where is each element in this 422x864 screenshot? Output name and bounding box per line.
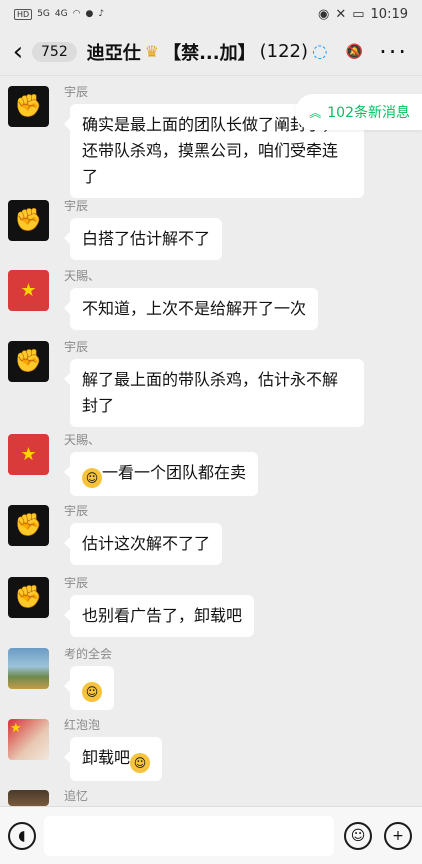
back-icon[interactable]: ‹ — [8, 39, 28, 65]
message-bubble[interactable]: ☺ 一看一个团队都在卖 — [63, 452, 259, 496]
star-icon: ★ — [20, 444, 37, 465]
message-bubble[interactable]: 卸载吧 ☺ — [63, 737, 163, 781]
avatar[interactable]: ★ — [8, 719, 49, 760]
sender-name: 宇辰 — [64, 199, 89, 213]
emoji-picker-icon[interactable]: ☺ — [344, 821, 372, 850]
voice-input-icon[interactable]: ◖ — [8, 821, 36, 850]
star-icon: ★ — [20, 280, 37, 301]
avatar[interactable] — [8, 790, 49, 806]
wifi-icon: ◠ — [72, 9, 81, 19]
double-chevron-up-icon: ︽ — [309, 105, 322, 120]
fist-icon: ✊ — [14, 349, 43, 374]
sender-name: 红泡泡 — [64, 718, 101, 732]
unread-count-badge[interactable]: 752 — [32, 41, 77, 62]
message-bubble[interactable]: 估计这次解不了了 — [63, 523, 223, 565]
signal-4g-icon: 4G — [54, 9, 68, 19]
sender-name: 天賜、 — [64, 269, 101, 283]
message-bubble[interactable]: ☺ — [64, 666, 114, 710]
avatar[interactable]: ★ — [8, 270, 49, 311]
mute-icon: ✕ — [335, 6, 347, 22]
chat-title-name: 迪亞仕 — [86, 42, 141, 64]
bell-muted-icon: 🔕 — [345, 43, 364, 60]
chat-title[interactable]: 迪亞仕 ♛ 【禁...加】 (122) — [87, 39, 308, 65]
chat-header: ‹ 752 迪亞仕 ♛ 【禁...加】 (122) ◌ 🔕 ··· — [0, 28, 422, 76]
message-bubble[interactable]: 解了最上面的带队杀鸡，估计永不解封了 — [64, 359, 364, 427]
group-chat-icon[interactable]: ◌ — [312, 41, 328, 62]
sender-name: 宇辰 — [64, 85, 89, 99]
crown-icon: ♛ — [144, 42, 160, 61]
avatar[interactable]: ★ — [8, 434, 49, 475]
laughing-emoji-icon: ☺ — [130, 753, 151, 773]
avatar[interactable]: ✊ — [8, 341, 49, 382]
more-options-icon[interactable]: ··· — [379, 38, 408, 66]
message-bubble[interactable]: 不知道，上次不是给解开了一次 — [63, 288, 319, 330]
laughing-emoji-icon: ☺ — [82, 682, 102, 702]
message-bubble[interactable]: 也别看广告了，卸载吧 — [63, 595, 255, 637]
chat-title-suffix: 【禁...加】 — [163, 42, 256, 64]
avatar[interactable] — [8, 648, 49, 689]
avatar[interactable]: ✊ — [8, 577, 49, 618]
sender-name: 追忆 — [64, 789, 89, 803]
member-count: (122) — [259, 41, 308, 62]
clock: 10:19 — [370, 6, 408, 22]
sender-name: 天賜、 — [64, 433, 101, 447]
new-messages-button[interactable]: ︽ 102条新消息 — [295, 94, 422, 130]
sender-name: 考的全会 — [64, 647, 113, 661]
star-icon: ★ — [10, 721, 22, 736]
input-bar: ◖ ☺ + — [0, 806, 422, 864]
laughing-emoji-icon: ☺ — [82, 468, 102, 488]
fist-icon: ✊ — [14, 585, 43, 610]
app-notification-icon: ● — [85, 9, 94, 19]
hd-indicator: HD — [14, 8, 33, 20]
eye-icon: ◉ — [317, 6, 330, 22]
fist-icon: ✊ — [14, 94, 43, 119]
sender-name: 宇辰 — [64, 340, 89, 354]
avatar[interactable]: ✊ — [8, 200, 49, 241]
sender-name: 宇辰 — [64, 504, 89, 518]
message-bubble[interactable]: 白搭了估计解不了 — [63, 218, 223, 260]
avatar[interactable]: ✊ — [8, 86, 49, 127]
battery-icon: ▭ — [352, 6, 365, 22]
avatar[interactable]: ✊ — [8, 505, 49, 546]
message-text: 卸载吧 — [82, 748, 131, 767]
fist-icon: ✊ — [14, 513, 43, 538]
new-messages-label: 102条新消息 — [327, 105, 410, 121]
message-input[interactable] — [44, 815, 334, 856]
add-attachment-icon[interactable]: + — [384, 821, 412, 850]
notification-icon: ♪ — [98, 9, 105, 19]
fist-icon: ✊ — [14, 208, 43, 233]
signal-5g-icon: 5G — [37, 9, 50, 19]
status-bar: HD 5G 4G ◠ ● ♪ ◉ ✕ ▭ 10:19 — [0, 0, 422, 28]
sender-name: 宇辰 — [64, 576, 89, 590]
message-text: 一看一个团队都在卖 — [102, 463, 247, 482]
